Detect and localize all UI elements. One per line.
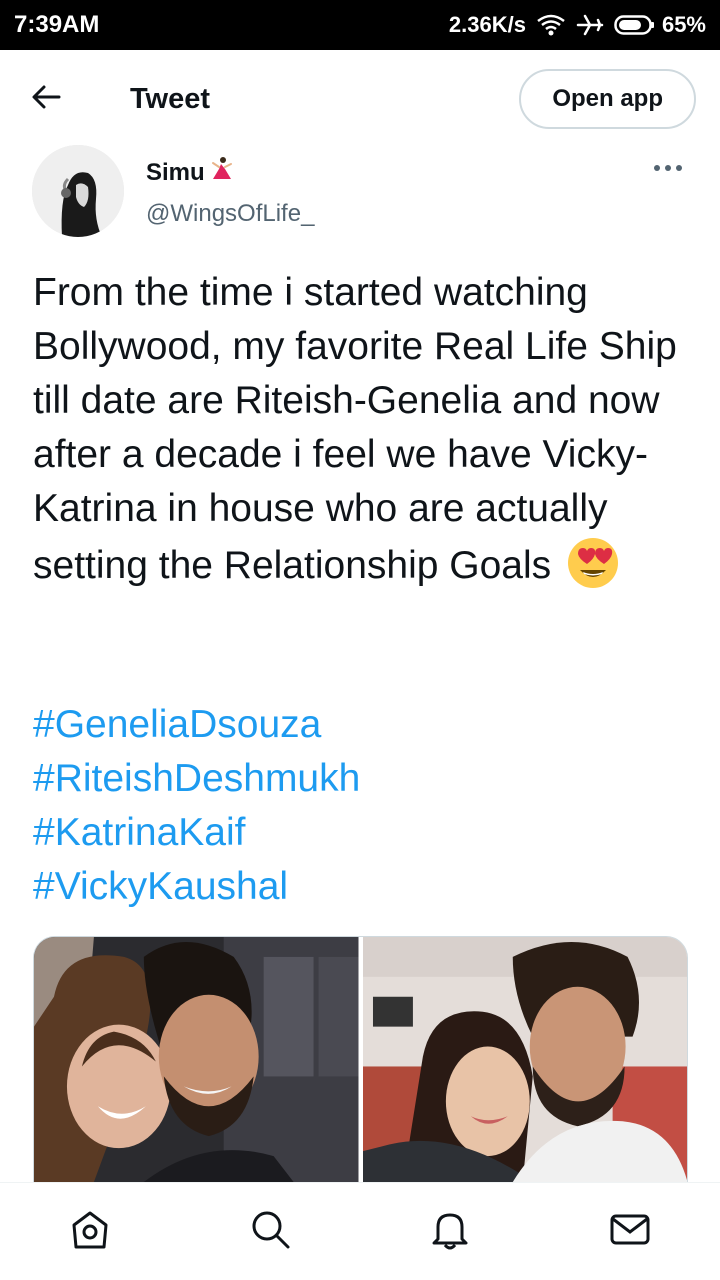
status-indicators: 2.36K/s 65% [449, 12, 706, 38]
battery-icon [614, 14, 656, 36]
display-name[interactable]: Simu [146, 155, 314, 190]
airplane-icon [576, 13, 604, 37]
tweet-media [33, 936, 688, 1182]
messages-icon [608, 1207, 652, 1256]
hashtag-link[interactable]: #KatrinaKaif [33, 806, 360, 860]
tweet-header: Tweet Open app [0, 50, 720, 148]
back-arrow-icon [31, 84, 61, 115]
battery-level: 65% [661, 12, 706, 37]
heart-eyes-emoji-icon [566, 536, 620, 590]
hashtag-link[interactable]: #GeneliaDsouza [33, 698, 360, 752]
hashtag-link[interactable]: #VickyKaushal [33, 860, 360, 914]
hashtag-link[interactable]: #RiteishDeshmukh [33, 752, 360, 806]
more-dot [676, 165, 682, 171]
notifications-icon [428, 1207, 472, 1256]
network-speed: 2.36K/s [448, 12, 526, 37]
page-title: Tweet [130, 82, 211, 115]
status-bar: 7:39AM 2.36K/s 65% [0, 0, 720, 50]
tweet-author-row: Simu @WingsOfLife_ [32, 145, 688, 241]
author-names: Simu @WingsOfLife_ [146, 145, 314, 228]
nav-search-button[interactable] [240, 1202, 300, 1262]
battery-indicator: 65% [614, 12, 706, 38]
hashtag-list: #GeneliaDsouza #RiteishDeshmukh #Katrina… [33, 698, 360, 914]
search-icon [248, 1207, 292, 1256]
tweet-text: From the time i started watching Bollywo… [33, 266, 693, 593]
back-button[interactable] [20, 73, 72, 125]
avatar[interactable] [32, 145, 124, 237]
wifi-icon [536, 13, 566, 37]
author-name: Simu [146, 158, 205, 186]
nav-notifications-button[interactable] [420, 1202, 480, 1262]
bottom-navigation [0, 1182, 720, 1280]
more-dot [665, 165, 671, 171]
nav-home-button[interactable] [60, 1202, 120, 1262]
nav-messages-button[interactable] [600, 1202, 660, 1262]
more-dot [654, 165, 660, 171]
author-handle[interactable]: @WingsOfLife_ [146, 200, 314, 228]
tweet-photo-2[interactable] [362, 937, 687, 1182]
status-time: 7:39AM [14, 11, 100, 38]
tweet-photo-1[interactable] [34, 937, 359, 1182]
open-app-button[interactable]: Open app [519, 69, 696, 129]
more-options-button[interactable] [648, 153, 688, 183]
home-icon [68, 1207, 112, 1256]
dancer-emoji-icon [209, 155, 237, 190]
